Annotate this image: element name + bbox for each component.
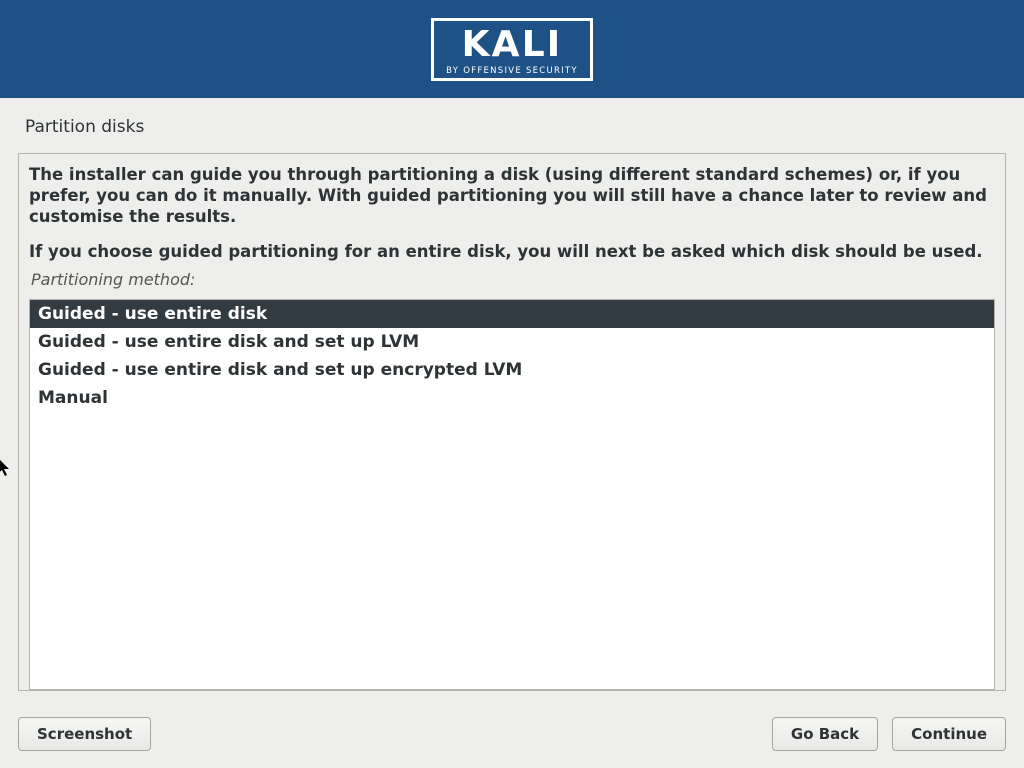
option-guided-entire-disk-encrypted-lvm[interactable]: Guided - use entire disk and set up encr… (30, 356, 994, 384)
partitioning-method-list[interactable]: Guided - use entire disk Guided - use en… (29, 299, 995, 690)
continue-button[interactable]: Continue (892, 717, 1006, 751)
logo-text: KALI (462, 27, 563, 63)
option-guided-entire-disk[interactable]: Guided - use entire disk (30, 300, 994, 328)
go-back-button[interactable]: Go Back (772, 717, 878, 751)
option-manual[interactable]: Manual (30, 384, 994, 412)
description-paragraph-2: If you choose guided partitioning for an… (29, 241, 995, 262)
content-panel: The installer can guide you through part… (18, 153, 1006, 691)
option-guided-entire-disk-lvm[interactable]: Guided - use entire disk and set up LVM (30, 328, 994, 356)
footer-bar: Screenshot Go Back Continue (0, 691, 1024, 751)
kali-logo: KALI BY OFFENSIVE SECURITY (431, 18, 593, 81)
description-paragraph-1: The installer can guide you through part… (29, 164, 995, 227)
logo-subtitle: BY OFFENSIVE SECURITY (446, 66, 578, 76)
partitioning-method-label: Partitioning method: (29, 270, 995, 289)
footer-right-group: Go Back Continue (772, 717, 1006, 751)
page-title: Partition disks (0, 98, 1024, 153)
screenshot-button[interactable]: Screenshot (18, 717, 151, 751)
header-banner: KALI BY OFFENSIVE SECURITY (0, 0, 1024, 98)
mouse-cursor-icon (0, 458, 12, 478)
